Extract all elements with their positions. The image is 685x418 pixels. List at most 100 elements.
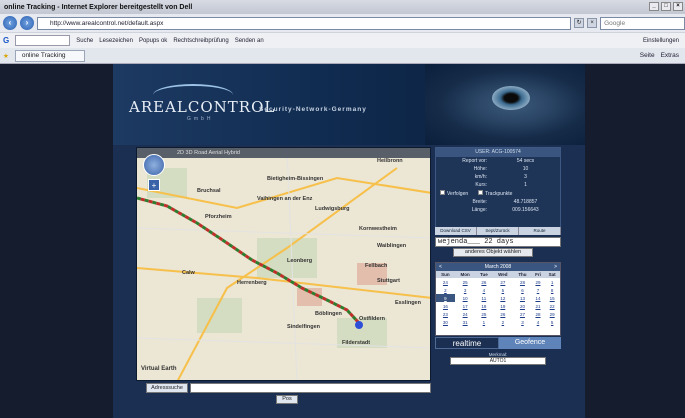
calendar-day[interactable]: 27 [513,310,531,318]
next-month-button[interactable]: > [554,263,557,271]
calendar-day[interactable]: 5 [544,318,560,326]
prev-month-button[interactable]: < [439,263,442,271]
status-row: Kurs: 1 [475,182,527,188]
calendar-day[interactable]: 27 [492,278,513,286]
calendar-day[interactable]: 12 [492,294,513,302]
calendar-day[interactable]: 21 [532,302,545,310]
checkbox-icon[interactable] [440,190,445,195]
tab-download-csv[interactable]: Download CSV [435,227,477,235]
panel-tabs: Download CSV Sept/Zurück Route [435,227,561,235]
refresh-icon[interactable]: ↻ [574,18,585,28]
calendar-day[interactable]: 25 [475,310,492,318]
calendar-day[interactable]: 14 [532,294,545,302]
tab-online-tracking[interactable]: online Tracking [14,49,85,62]
search-input[interactable]: Google [600,16,685,30]
close-icon[interactable]: × [673,2,683,11]
site-header: AREALCONTROL GmbH Security-Network-Germa… [113,64,585,145]
calendar-day[interactable]: 28 [532,310,545,318]
calendar-day[interactable]: 1 [475,318,492,326]
calendar-day[interactable]: 29 [532,278,545,286]
city-label: Fellbach [365,263,388,269]
calendar-day[interactable]: 24 [455,310,476,318]
tab-route[interactable]: Route [519,227,561,235]
calendar-day[interactable]: 29 [544,310,560,318]
favorites-star-icon[interactable]: ★ [3,52,9,60]
maximize-icon[interactable]: □ [661,2,671,11]
city-label: Bruchsal [197,188,221,194]
calendar-day[interactable]: 1 [544,278,560,286]
tools-menu[interactable]: Extras [661,52,679,59]
calendar-day[interactable]: 19 [492,302,513,310]
map-view[interactable]: 2D 3D Road Aerial Hybrid + Bruchsal Pfor… [136,147,431,381]
calendar-day[interactable]: 26 [475,278,492,286]
logo-subtitle: GmbH [187,116,214,122]
address-row: ‹ › http://www.arealcontrol.net/default.… [0,14,685,32]
city-label: Pforzheim [205,214,232,220]
calendar-day[interactable]: 25 [455,278,476,286]
stop-icon[interactable]: × [587,18,598,28]
calendar-day[interactable]: 3 [455,286,476,294]
zoom-in-icon[interactable]: + [148,179,160,191]
calendar-day[interactable]: 2 [492,318,513,326]
address-search-input[interactable] [190,383,431,393]
site-logo: AREALCONTROL [129,98,276,116]
google-search-button[interactable]: Suche [76,38,93,44]
calendar-day[interactable]: 31 [455,318,476,326]
settings-button[interactable]: Einstellungen [643,38,685,44]
calendar-day[interactable]: 5 [492,286,513,294]
trackpoints-checkbox[interactable]: Trackpunkte [478,190,512,197]
compass-icon[interactable] [143,154,165,176]
realtime-tab[interactable]: realtime [435,337,499,349]
calendar-day[interactable]: 3 [513,318,531,326]
pos-button[interactable]: Pos [276,395,298,404]
calendar-grid: Sun Mon Tue Wed Thu Fri Sat 24 25 26 27 28 29 1 2345… [436,271,560,326]
city-label: Böblingen [315,311,342,317]
calendar-day[interactable]: 16 [436,302,455,310]
checkbox-icon[interactable] [478,190,484,195]
browser-title: online Tracking - Internet Explorer bere… [4,3,193,11]
calendar-day[interactable]: 7 [532,286,545,294]
calendar-day[interactable]: 30 [436,318,455,326]
calendar-day[interactable]: 23 [436,310,455,318]
marker-field[interactable]: AUTO1 [450,357,546,365]
calendar-day[interactable]: 2 [436,286,455,294]
calendar-day-selected[interactable]: 9 [436,294,455,302]
calendar-day[interactable]: 13 [513,294,531,302]
address-bar[interactable]: http://www.arealcontrol.net/default.aspx [36,16,572,30]
status-panel: USER: ACG-100574 Report vor: 54 secs Höhe… [435,147,561,233]
calendar-day[interactable]: 4 [475,286,492,294]
map-mode-links[interactable]: 2D 3D Road Aerial Hybrid [137,148,430,158]
longitude-row: Länge: 009.156643 [471,207,539,213]
calendar-day[interactable]: 11 [475,294,492,302]
popups-button[interactable]: Popups ok [139,38,167,44]
choose-object-button[interactable]: anderes Objekt wählen [453,248,533,257]
calendar-day[interactable]: 4 [532,318,545,326]
calendar-day[interactable]: 26 [492,310,513,318]
spellcheck-button[interactable]: Rechtschreibprüfung [173,38,228,44]
city-label: Kornwestheim [359,226,397,232]
mode-switch: realtime Geofence [435,337,561,349]
calendar-day[interactable]: 20 [513,302,531,310]
follow-checkbox[interactable]: Verfolgen [440,190,468,197]
bookmarks-button[interactable]: Lesezeichen [99,38,133,44]
tab-sept-back[interactable]: Sept/Zurück [477,227,519,235]
back-icon[interactable]: ‹ [3,16,17,30]
page-menu[interactable]: Seite [640,52,655,59]
forward-icon[interactable]: › [19,16,34,30]
calendar-day[interactable]: 6 [513,286,531,294]
google-search-input[interactable] [15,35,71,46]
calendar-day[interactable]: 17 [455,302,476,310]
calendar-day[interactable]: 10 [455,294,476,302]
geofence-tab[interactable]: Geofence [499,337,561,349]
city-label: Leonberg [287,258,313,264]
calendar-day[interactable]: 18 [475,302,492,310]
minimize-icon[interactable]: _ [649,2,659,11]
calendar-day[interactable]: 28 [513,278,531,286]
send-to-button[interactable]: Senden an [235,38,264,44]
calendar-day[interactable]: 24 [436,278,455,286]
object-select[interactable]: wejenda___ 22 days [435,237,561,247]
calendar-day[interactable]: 22 [544,302,560,310]
calendar-day[interactable]: 8 [544,286,560,294]
calendar-month: March 2008 [484,264,512,270]
calendar-day[interactable]: 15 [544,294,560,302]
